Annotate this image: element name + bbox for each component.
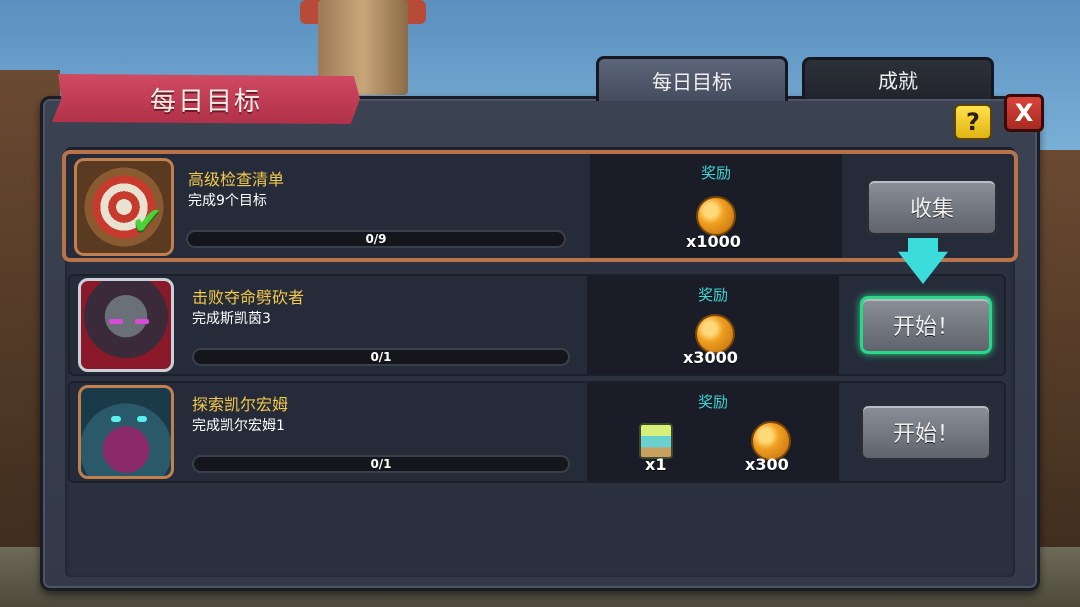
progress-text: 0/1 (370, 350, 392, 364)
gold-coin-icon (696, 196, 736, 236)
tab-daily-goals[interactable]: 每日目标 (596, 56, 788, 101)
knight-eye-left (109, 319, 123, 324)
quest-subtitle: 完成斯凯茵3 (192, 311, 271, 327)
quest-progress-bar: 0/1 (192, 455, 570, 473)
start-button[interactable]: 开始！ (860, 403, 992, 461)
reward-label: 奖励 (700, 164, 731, 182)
quest-progress-bar: 0/1 (192, 348, 570, 366)
checkmark-icon: ✔ (131, 199, 163, 243)
reward-quantity: x1 (645, 455, 667, 474)
potion-icon (639, 423, 673, 459)
page-title: 每日目标 (149, 86, 262, 117)
monster-eye-left (111, 416, 121, 422)
quest-row-defeat: 击败夺命劈砍者 完成斯凯茵3 0/1 奖励 x3000 开始！ (68, 274, 1006, 376)
quest-subtitle: 完成9个目标 (188, 193, 267, 209)
reward-box: 奖励 x3000 (587, 276, 839, 374)
monster-portrait (78, 385, 174, 479)
target-icon: ✔ (74, 158, 174, 256)
quest-title: 探索凯尔宏姆 (192, 395, 289, 414)
reward-label: 奖励 (697, 286, 728, 304)
monster-eye-right (137, 416, 147, 422)
collect-button[interactable]: 收集 (866, 178, 998, 236)
quest-row-checklist: ✔ 高级检查清单 完成9个目标 0/9 奖励 x1000 收集 (62, 150, 1018, 262)
reward-box: 奖励 x1000 (590, 154, 842, 258)
reward-box: 奖励 x1 x300 (587, 383, 839, 481)
quest-title: 高级检查清单 (188, 170, 285, 189)
help-button[interactable]: ? (954, 104, 992, 140)
title-ribbon: 每日目标 (52, 74, 360, 124)
close-icon: X (1014, 99, 1034, 127)
reward-quantity: x1000 (686, 232, 741, 251)
quest-title: 击败夺命劈砍者 (192, 288, 305, 307)
quest-row-explore: 探索凯尔宏姆 完成凯尔宏姆1 0/1 奖励 x1 x300 开始！ (68, 381, 1006, 483)
progress-text: 0/9 (365, 232, 387, 246)
close-button[interactable]: X (1004, 94, 1044, 132)
quest-subtitle: 完成凯尔宏姆1 (192, 418, 285, 434)
question-mark-icon: ? (966, 108, 980, 136)
reward-quantity: x300 (745, 455, 789, 474)
knight-eye-right (135, 319, 149, 324)
reward-label: 奖励 (697, 393, 728, 411)
tab-achievements[interactable]: 成就 (802, 57, 994, 99)
start-button[interactable]: 开始！ (860, 296, 992, 354)
knight-portrait (78, 278, 174, 372)
reward-quantity: x3000 (683, 348, 738, 367)
quest-progress-bar: 0/9 (186, 230, 566, 248)
progress-text: 0/1 (370, 457, 392, 471)
